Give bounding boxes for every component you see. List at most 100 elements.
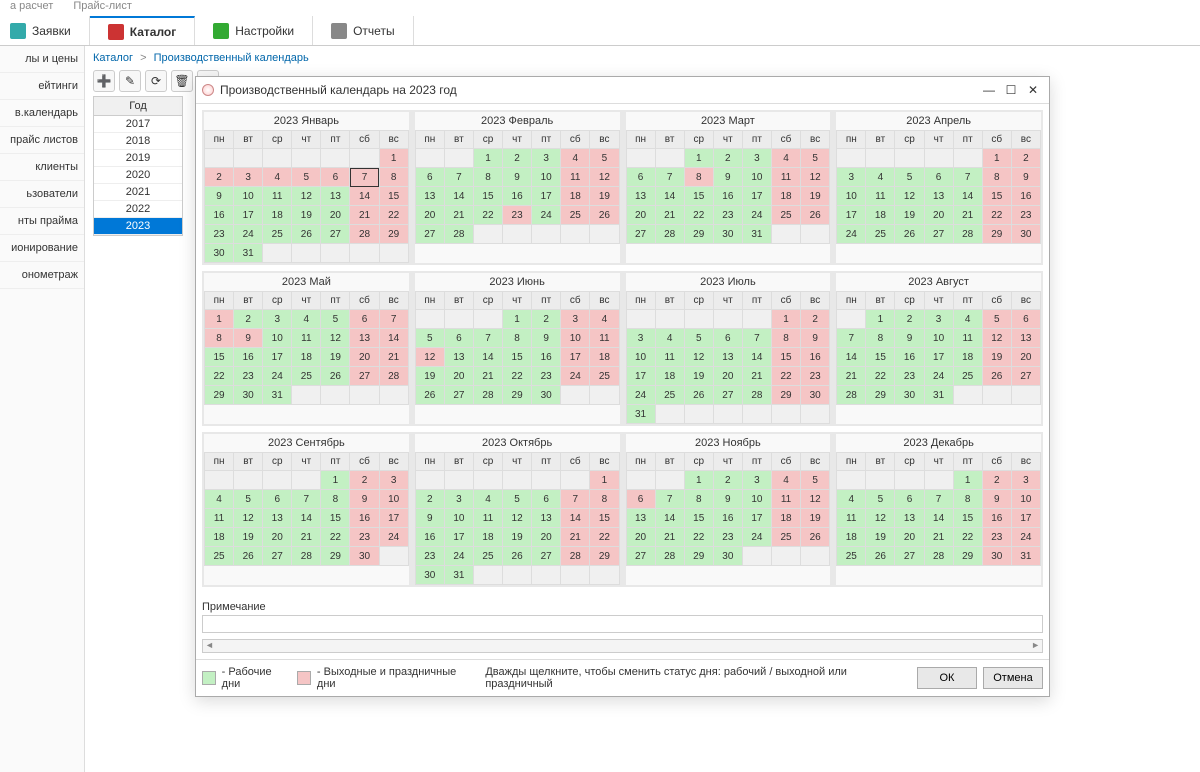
maximize-button[interactable]: ☐ (1001, 81, 1021, 99)
day-cell[interactable]: 11 (837, 509, 866, 528)
day-cell[interactable]: 3 (532, 149, 561, 168)
day-cell[interactable]: 16 (982, 509, 1011, 528)
day-cell[interactable]: 16 (503, 187, 532, 206)
day-cell[interactable]: 28 (379, 367, 408, 386)
breadcrumb-leaf[interactable]: Производственный календарь (154, 52, 309, 64)
day-cell[interactable]: 7 (655, 168, 684, 187)
day-cell[interactable]: 8 (982, 168, 1011, 187)
day-cell[interactable]: 21 (655, 528, 684, 547)
day-cell[interactable]: 14 (837, 348, 866, 367)
day-cell[interactable]: 15 (982, 187, 1011, 206)
day-cell[interactable]: 23 (801, 367, 830, 386)
day-cell[interactable]: 27 (895, 547, 924, 566)
main-tab-Отчеты[interactable]: Отчеты (313, 16, 413, 45)
day-cell[interactable]: 28 (473, 386, 502, 405)
day-cell[interactable]: 29 (771, 386, 800, 405)
day-cell[interactable]: 24 (379, 528, 408, 547)
day-cell[interactable]: 8 (205, 329, 234, 348)
day-cell[interactable]: 3 (626, 329, 655, 348)
day-cell[interactable]: 2 (532, 310, 561, 329)
day-cell[interactable]: 27 (263, 547, 292, 566)
day-cell[interactable]: 21 (444, 206, 473, 225)
sidebar-item-1[interactable]: ейтинги (0, 73, 84, 100)
day-cell[interactable]: 8 (771, 329, 800, 348)
day-cell[interactable]: 17 (263, 348, 292, 367)
day-cell[interactable]: 9 (234, 329, 263, 348)
day-cell[interactable]: 22 (771, 367, 800, 386)
day-cell[interactable]: 19 (590, 187, 619, 206)
day-cell[interactable]: 21 (561, 528, 590, 547)
day-cell[interactable]: 21 (742, 367, 771, 386)
day-cell[interactable]: 22 (590, 528, 619, 547)
day-cell[interactable]: 9 (713, 168, 742, 187)
day-cell[interactable]: 9 (713, 490, 742, 509)
day-cell[interactable]: 15 (473, 187, 502, 206)
day-cell[interactable]: 24 (1011, 528, 1040, 547)
day-cell[interactable]: 13 (321, 187, 350, 206)
day-cell[interactable]: 15 (771, 348, 800, 367)
day-cell[interactable]: 13 (895, 509, 924, 528)
day-cell[interactable]: 24 (444, 547, 473, 566)
day-cell[interactable]: 23 (415, 547, 444, 566)
day-cell[interactable]: 5 (684, 329, 713, 348)
day-cell[interactable]: 27 (350, 367, 379, 386)
day-cell[interactable]: 30 (801, 386, 830, 405)
day-cell[interactable]: 20 (415, 206, 444, 225)
day-cell[interactable]: 6 (626, 490, 655, 509)
day-cell[interactable]: 7 (292, 490, 321, 509)
day-cell[interactable]: 13 (350, 329, 379, 348)
day-cell[interactable]: 10 (742, 490, 771, 509)
day-cell[interactable]: 24 (561, 367, 590, 386)
day-cell[interactable]: 4 (561, 149, 590, 168)
year-2017[interactable]: 2017 (94, 116, 182, 133)
day-cell[interactable]: 17 (1011, 509, 1040, 528)
day-cell[interactable]: 28 (292, 547, 321, 566)
day-cell[interactable]: 2 (895, 310, 924, 329)
day-cell[interactable]: 18 (473, 528, 502, 547)
day-cell[interactable]: 1 (953, 471, 982, 490)
day-cell[interactable]: 31 (626, 405, 655, 424)
day-cell[interactable]: 7 (742, 329, 771, 348)
day-cell[interactable]: 10 (924, 329, 953, 348)
day-cell[interactable]: 30 (205, 244, 234, 263)
day-cell[interactable]: 28 (655, 547, 684, 566)
day-cell[interactable]: 13 (415, 187, 444, 206)
day-cell[interactable]: 26 (801, 528, 830, 547)
day-cell[interactable]: 7 (473, 329, 502, 348)
year-2021[interactable]: 2021 (94, 184, 182, 201)
day-cell[interactable]: 1 (503, 310, 532, 329)
day-cell[interactable]: 15 (953, 509, 982, 528)
day-cell[interactable]: 26 (415, 386, 444, 405)
day-cell[interactable]: 9 (415, 509, 444, 528)
day-cell[interactable]: 3 (742, 471, 771, 490)
day-cell[interactable]: 15 (321, 509, 350, 528)
day-cell[interactable]: 8 (866, 329, 895, 348)
day-cell[interactable]: 5 (801, 149, 830, 168)
day-cell[interactable]: 23 (350, 528, 379, 547)
day-cell[interactable]: 14 (953, 187, 982, 206)
day-cell[interactable]: 13 (713, 348, 742, 367)
day-cell[interactable]: 10 (837, 187, 866, 206)
day-cell[interactable]: 14 (561, 509, 590, 528)
day-cell[interactable]: 28 (655, 225, 684, 244)
day-cell[interactable]: 7 (350, 168, 379, 187)
day-cell[interactable]: 29 (590, 547, 619, 566)
day-cell[interactable]: 26 (684, 386, 713, 405)
day-cell[interactable]: 7 (561, 490, 590, 509)
day-cell[interactable]: 11 (263, 187, 292, 206)
day-cell[interactable]: 28 (924, 547, 953, 566)
day-cell[interactable]: 25 (655, 386, 684, 405)
day-cell[interactable]: 19 (801, 187, 830, 206)
day-cell[interactable]: 22 (684, 206, 713, 225)
day-cell[interactable]: 26 (321, 367, 350, 386)
day-cell[interactable]: 28 (561, 547, 590, 566)
day-cell[interactable]: 18 (292, 348, 321, 367)
day-cell[interactable]: 19 (234, 528, 263, 547)
day-cell[interactable]: 10 (626, 348, 655, 367)
day-cell[interactable]: 19 (866, 528, 895, 547)
day-cell[interactable]: 21 (837, 367, 866, 386)
sidebar-item-5[interactable]: ьзователи (0, 181, 84, 208)
day-cell[interactable]: 23 (895, 367, 924, 386)
day-cell[interactable]: 25 (771, 528, 800, 547)
day-cell[interactable]: 27 (626, 225, 655, 244)
